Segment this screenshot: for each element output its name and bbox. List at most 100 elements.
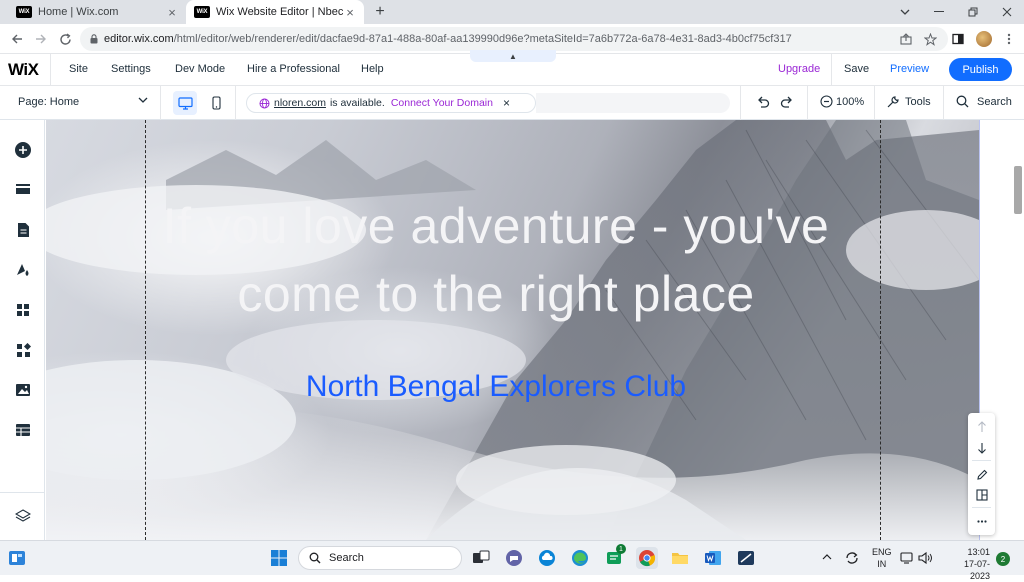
- file-explorer-icon[interactable]: [669, 547, 691, 569]
- tab-title: Wix Website Editor | Nbec: [216, 6, 344, 18]
- floating-toolbar: [968, 413, 995, 535]
- side-panel-icon[interactable]: [949, 30, 967, 48]
- browser-tab-home[interactable]: WiX Home | Wix.com ×: [8, 0, 186, 24]
- forward-arrow-icon[interactable]: [32, 30, 50, 48]
- close-tab-icon[interactable]: ×: [344, 5, 356, 20]
- vertical-scrollbar[interactable]: [1014, 166, 1022, 214]
- tools-icon[interactable]: [886, 95, 900, 109]
- zoom-level[interactable]: 100%: [836, 96, 864, 108]
- edit-pencil-icon[interactable]: [974, 467, 989, 482]
- volume-icon[interactable]: [918, 551, 934, 565]
- move-up-icon[interactable]: [974, 419, 989, 434]
- redo-icon[interactable]: [780, 95, 794, 109]
- browser-tab-strip: WiX Home | Wix.com × WiX Wix Website Edi…: [0, 0, 1024, 24]
- pages-icon[interactable]: [13, 220, 33, 240]
- task-view-icon[interactable]: [470, 547, 492, 569]
- add-section-icon[interactable]: [13, 180, 33, 200]
- cms-icon[interactable]: [13, 420, 33, 440]
- desktop-icon: [177, 96, 193, 110]
- close-tab-icon[interactable]: ×: [166, 5, 178, 20]
- network-icon[interactable]: [900, 551, 914, 565]
- profile-avatar[interactable]: [975, 30, 993, 48]
- menu-hire-professional[interactable]: Hire a Professional: [247, 63, 340, 75]
- tools-button[interactable]: Tools: [905, 96, 931, 108]
- menu-dev-mode[interactable]: Dev Mode: [175, 63, 225, 75]
- tab-search-chevron-icon[interactable]: [888, 0, 922, 24]
- taskbar-search-box[interactable]: Search: [298, 546, 462, 570]
- save-button[interactable]: Save: [844, 63, 869, 75]
- mobile-view-button[interactable]: [205, 91, 227, 115]
- whatsapp-icon[interactable]: 1: [603, 544, 626, 569]
- url-omnibox[interactable]: editor.wix.com/html/editor/web/renderer/…: [80, 27, 948, 51]
- collapse-toolbar-caret-icon[interactable]: ▲: [470, 50, 556, 62]
- share-icon[interactable]: [897, 30, 915, 48]
- search-icon[interactable]: [956, 95, 969, 108]
- edge-browser-icon[interactable]: [569, 547, 591, 569]
- start-windows-icon[interactable]: [268, 547, 290, 569]
- editor-canvas[interactable]: If you love adventure - you've come to t…: [46, 120, 979, 540]
- grid-guide-right: [880, 120, 881, 540]
- clock-date: 17-07-2023: [963, 559, 990, 581]
- tab-title: Home | Wix.com: [38, 6, 119, 18]
- minimize-icon[interactable]: [922, 0, 956, 24]
- sync-icon[interactable]: [844, 550, 860, 566]
- publish-button[interactable]: Publish: [949, 58, 1012, 81]
- notification-badge[interactable]: 2: [996, 552, 1010, 566]
- divider: [807, 86, 808, 120]
- divider: [50, 54, 51, 86]
- connect-domain-link[interactable]: Connect Your Domain: [391, 97, 493, 109]
- upgrade-link[interactable]: Upgrade: [778, 63, 820, 75]
- menu-settings[interactable]: Settings: [111, 63, 151, 75]
- desktop-view-button[interactable]: [173, 91, 197, 115]
- language-code: ENG: [872, 547, 892, 557]
- wix-logo[interactable]: WiX: [8, 60, 39, 80]
- undo-icon[interactable]: [756, 95, 770, 109]
- mountain-background-image: [46, 120, 979, 540]
- new-tab-icon[interactable]: +: [372, 3, 388, 20]
- search-icon: [309, 552, 321, 564]
- menu-site[interactable]: Site: [69, 63, 88, 75]
- add-elements-icon[interactable]: [13, 140, 33, 160]
- chevron-up-icon[interactable]: [822, 553, 832, 560]
- editor-left-sidebar: [0, 120, 45, 540]
- url-text: editor.wix.com/html/editor/web/renderer/…: [104, 33, 792, 45]
- restore-icon[interactable]: [956, 0, 990, 24]
- back-arrow-icon[interactable]: [8, 30, 26, 48]
- divider: [972, 460, 991, 461]
- close-banner-icon[interactable]: ×: [503, 96, 510, 110]
- search-button[interactable]: Search: [977, 96, 1012, 108]
- bookmark-star-icon[interactable]: [921, 30, 939, 48]
- section-layout-icon[interactable]: [974, 487, 989, 502]
- reload-icon[interactable]: [56, 30, 74, 48]
- divider: [831, 54, 832, 86]
- business-solutions-icon[interactable]: [13, 340, 33, 360]
- site-design-icon[interactable]: [13, 260, 33, 280]
- chrome-icon[interactable]: [636, 547, 658, 569]
- layers-icon[interactable]: [13, 506, 33, 526]
- move-down-icon[interactable]: [974, 440, 989, 455]
- menu-help[interactable]: Help: [361, 63, 384, 75]
- browser-tab-editor[interactable]: WiX Wix Website Editor | Nbec ×: [186, 0, 364, 24]
- media-icon[interactable]: [13, 380, 33, 400]
- hero-heading[interactable]: If you love adventure - you've come to t…: [146, 192, 846, 328]
- hero-heading-line: If you love adventure - you've: [162, 198, 830, 254]
- close-window-icon[interactable]: [990, 0, 1024, 24]
- input-language[interactable]: ENG IN: [872, 546, 892, 570]
- chevron-down-icon[interactable]: [138, 96, 148, 104]
- more-actions-icon[interactable]: [974, 514, 989, 529]
- system-clock[interactable]: 13:01 17-07-2023: [944, 546, 990, 582]
- wix-favicon-icon: WiX: [194, 6, 210, 18]
- available-domain[interactable]: nloren.com: [274, 97, 326, 109]
- club-name-text[interactable]: North Bengal Explorers Club: [246, 370, 746, 404]
- apps-icon[interactable]: [13, 300, 33, 320]
- snipping-tool-icon[interactable]: [735, 547, 757, 569]
- word-icon[interactable]: [702, 547, 724, 569]
- teams-chat-icon[interactable]: [503, 547, 525, 569]
- cloud-app-icon[interactable]: [536, 547, 558, 569]
- page-selector[interactable]: Page: Home: [18, 96, 79, 108]
- search-placeholder: Search: [329, 552, 364, 564]
- browser-menu-icon[interactable]: [1000, 30, 1018, 48]
- preview-button[interactable]: Preview: [890, 63, 929, 75]
- widgets-icon[interactable]: [6, 547, 28, 569]
- zoom-out-icon[interactable]: [820, 95, 833, 108]
